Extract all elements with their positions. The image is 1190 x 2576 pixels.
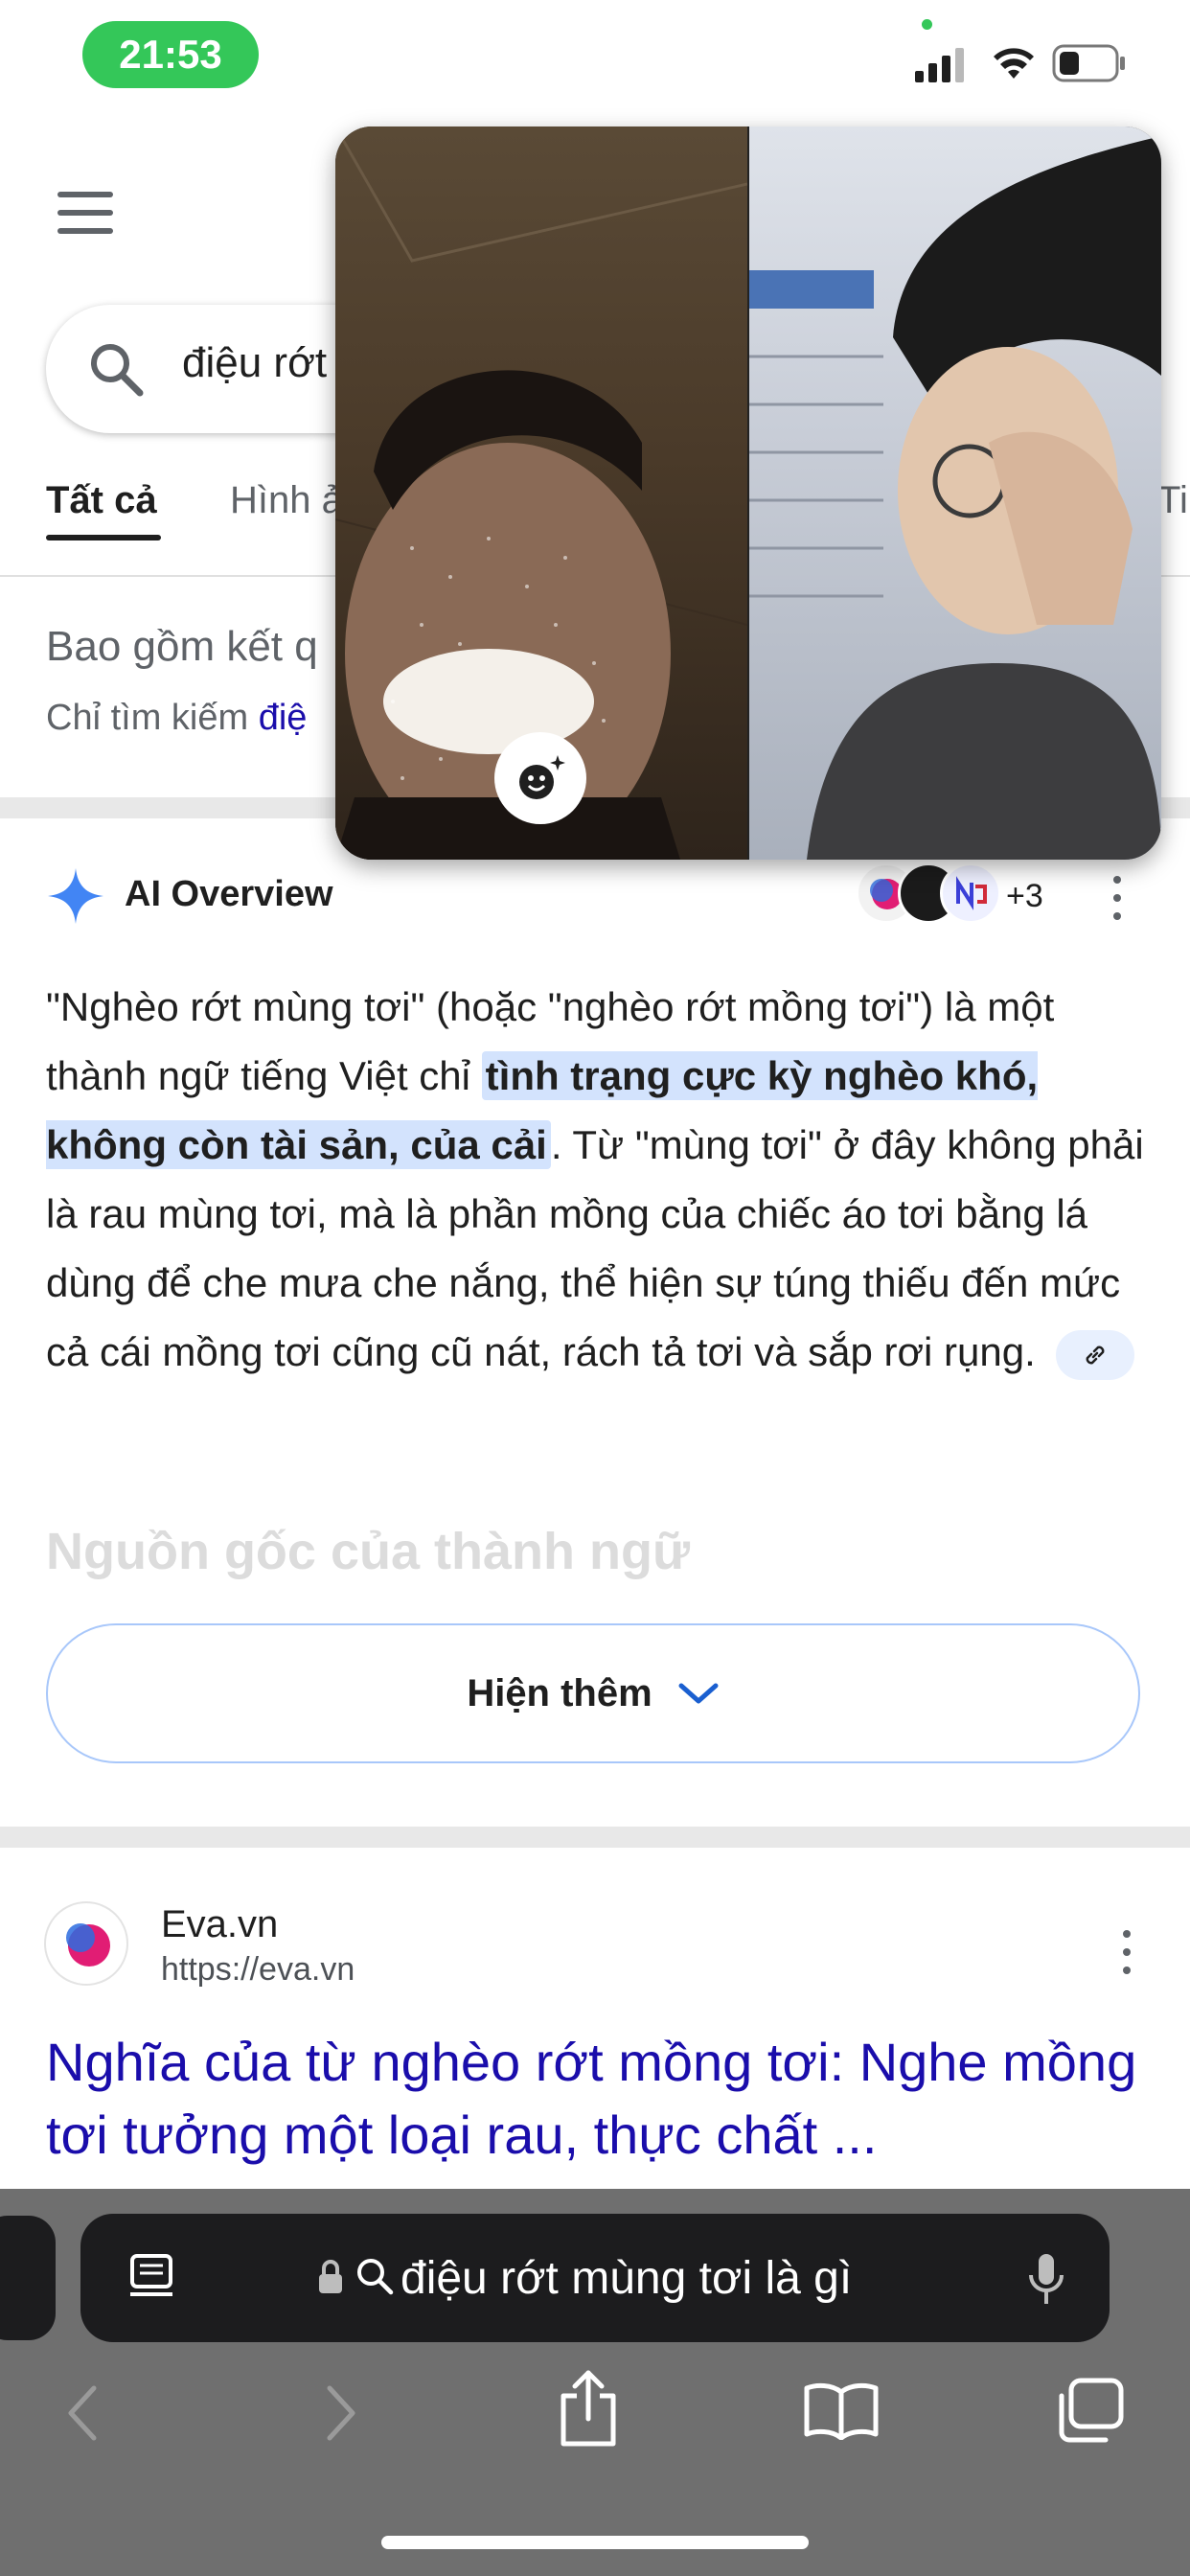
tab-all[interactable]: Tất cả xyxy=(46,479,157,522)
result-url[interactable]: https://eva.vn xyxy=(161,1951,355,1989)
lock-icon xyxy=(319,2260,342,2293)
faded-section-heading: Nguồn gốc của thành ngữ xyxy=(46,1523,691,1580)
search-icon xyxy=(91,344,144,397)
result-more-icon[interactable] xyxy=(1123,1930,1131,1974)
camera-indicator-dot xyxy=(922,19,932,30)
tab-images[interactable]: Hình ả xyxy=(230,479,343,522)
ai-overview-more-icon[interactable] xyxy=(1113,876,1121,920)
sources-extra-count[interactable]: +3 xyxy=(1006,878,1043,915)
search-input[interactable]: điệu rớt xyxy=(182,339,327,387)
wifi-icon xyxy=(994,48,1034,79)
result-title-link[interactable]: Nghĩa của từ nghèo rớt mồng tơi: Nghe mồ… xyxy=(46,2026,1157,2172)
previous-tab-stub[interactable] xyxy=(0,2216,56,2340)
effects-button[interactable] xyxy=(494,732,586,824)
source-avatar-logo xyxy=(940,862,1001,924)
only-search-link[interactable]: điệ xyxy=(259,698,308,738)
address-search-icon xyxy=(357,2259,394,2295)
tabs-icon[interactable] xyxy=(1054,2377,1125,2444)
include-results-notice: Bao gồm kết q xyxy=(46,623,318,670)
smiley-effects-icon xyxy=(519,755,565,799)
back-icon[interactable] xyxy=(63,2382,102,2444)
show-more-label: Hiện thêm xyxy=(467,1671,652,1714)
hamburger-menu-icon[interactable] xyxy=(57,192,113,234)
show-more-button[interactable]: Hiện thêm xyxy=(46,1623,1140,1763)
only-search-notice: Chỉ tìm kiếm điệ xyxy=(46,698,307,739)
ai-overview-text: "Nghèo rớt mùng tơi" (hoặc "nghèo rớt mồ… xyxy=(46,973,1148,1387)
remote-camera-person-icon xyxy=(749,136,1161,860)
microphone-icon[interactable] xyxy=(1025,2252,1067,2310)
battery-icon xyxy=(1052,44,1125,82)
facetime-pip-window[interactable] xyxy=(335,126,1161,860)
active-tab-indicator xyxy=(46,535,161,540)
only-search-label: Chỉ tìm kiếm xyxy=(46,698,249,738)
result-site-name[interactable]: Eva.vn xyxy=(161,1903,278,1946)
bookmarks-icon[interactable] xyxy=(803,2380,880,2440)
reader-mode-icon[interactable] xyxy=(128,2252,176,2304)
share-icon[interactable] xyxy=(558,2369,619,2448)
status-time[interactable]: 21:53 xyxy=(82,21,259,88)
remote-camera-view xyxy=(749,126,1161,860)
tab-more[interactable]: Ti xyxy=(1157,479,1188,522)
section-divider xyxy=(0,1827,1190,1848)
self-camera-view xyxy=(335,126,748,860)
ai-sparkle-icon xyxy=(48,868,103,924)
citation-link-chip[interactable] xyxy=(1056,1329,1135,1380)
link-icon xyxy=(1087,1346,1105,1365)
home-indicator xyxy=(381,2536,809,2549)
chevron-down-icon xyxy=(678,1683,719,1704)
site-favicon[interactable] xyxy=(46,1903,126,1984)
ai-overview-title: AI Overview xyxy=(125,874,333,914)
cellular-signal-icon xyxy=(915,48,964,82)
address-bar-text[interactable]: điệu rớt mùng tơi là gì xyxy=(400,2252,852,2305)
forward-icon[interactable] xyxy=(322,2382,360,2444)
